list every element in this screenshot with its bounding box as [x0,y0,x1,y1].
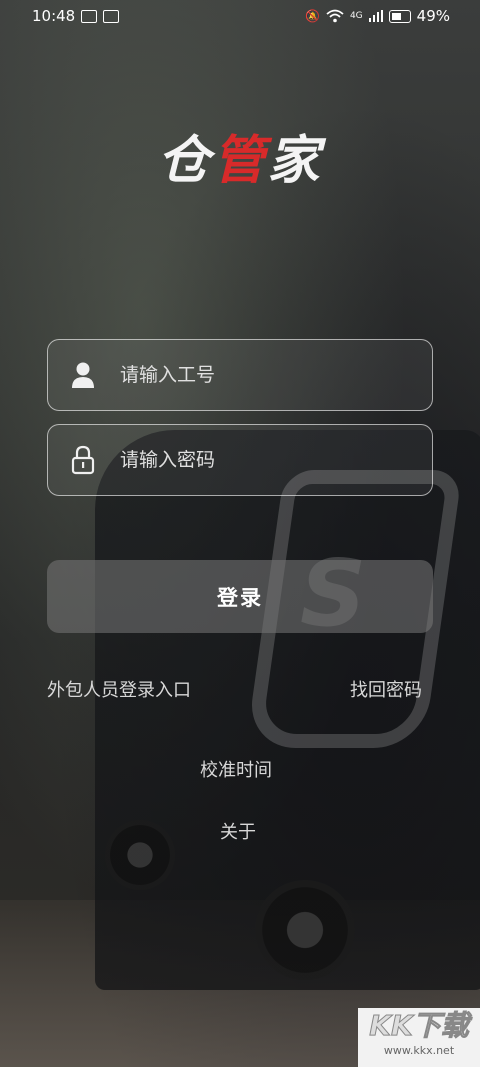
battery-icon [388,9,411,23]
outsourced-login-link[interactable]: 外包人员登录入口 [47,676,191,702]
notification-icon [103,9,120,23]
signal-icon [368,10,383,22]
employee-id-field[interactable] [47,339,433,411]
calibrate-time-link[interactable]: 校准时间 [200,756,272,782]
status-bar: 10:48 🔕 4G 49% [0,0,480,32]
mute-icon: 🔕 [305,9,320,23]
employee-id-input[interactable] [118,363,402,387]
app-logo: 仓管家 [0,118,480,193]
truck-wheel [255,880,355,980]
password-field[interactable] [47,424,433,496]
network-type-label: 4G [349,11,363,21]
logo-char-2: 管 [212,131,268,191]
watermark-url: www.kkx.net [383,1044,455,1057]
notification-icon [81,9,98,23]
truck-wheel [105,820,175,890]
watermark-logo: KK下载 [369,1009,469,1043]
battery-percent: 49% [416,7,450,25]
site-watermark: KK下载 www.kkx.net [358,1008,480,1067]
user-icon [48,361,118,389]
recover-password-link[interactable]: 找回密码 [350,676,422,702]
lock-icon [48,445,118,475]
status-right: 🔕 4G 49% [305,7,450,25]
about-link[interactable]: 关于 [220,818,256,844]
password-input[interactable] [118,448,402,472]
wifi-icon [326,9,344,23]
logo-char-1: 仓 [157,131,213,191]
status-time: 10:48 [32,7,76,25]
status-left: 10:48 [32,7,120,25]
logo-char-3: 家 [267,131,323,191]
login-button[interactable]: 登录 [47,560,433,633]
